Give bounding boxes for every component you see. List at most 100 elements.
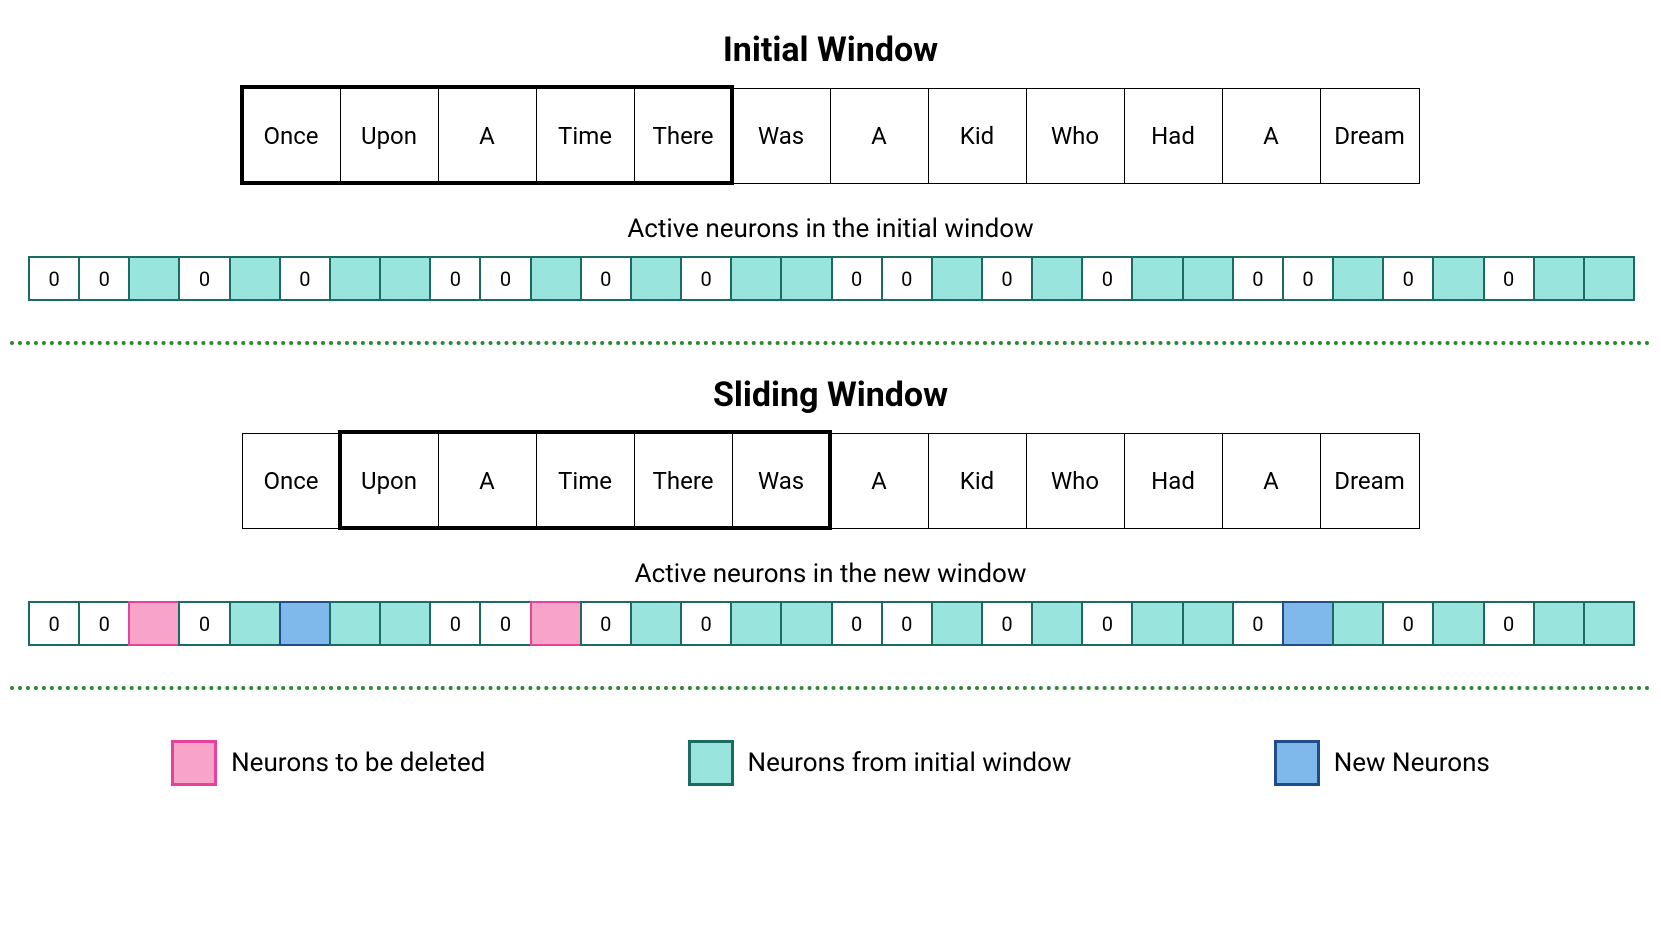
- word-cell: Upon: [341, 89, 439, 183]
- legend-swatch-initial: [688, 740, 734, 786]
- word-cell: Was: [733, 89, 831, 183]
- subtitle-neurons-new: Active neurons in the new window: [10, 559, 1651, 589]
- neuron-cell: 0: [1483, 256, 1535, 301]
- neuron-cell: [931, 256, 983, 301]
- word-cell: Kid: [929, 434, 1027, 528]
- legend-swatch-new: [1274, 740, 1320, 786]
- word-cell: A: [439, 89, 537, 183]
- word-cell: Who: [1027, 89, 1125, 183]
- neuron-cell: [630, 256, 682, 301]
- neuron-cell: 0: [429, 601, 481, 646]
- neuron-cell: [1182, 256, 1234, 301]
- neuron-cell: [1282, 601, 1334, 646]
- neuron-cell: [229, 601, 281, 646]
- word-cell: A: [831, 89, 929, 183]
- legend-swatch-deleted: [171, 740, 217, 786]
- neuron-cell: 0: [429, 256, 481, 301]
- word-row-initial-container: OnceUponATimeThereWasAKidWhoHadADream: [242, 88, 1420, 184]
- word-cell: A: [439, 434, 537, 528]
- word-cell: A: [831, 434, 929, 528]
- neuron-cell: 0: [580, 601, 632, 646]
- neuron-cell: 0: [479, 256, 531, 301]
- word-cell: A: [1223, 89, 1321, 183]
- legend-label-deleted: Neurons to be deleted: [231, 748, 485, 778]
- neuron-cell: [1533, 601, 1585, 646]
- neuron-cell: 0: [1483, 601, 1535, 646]
- neuron-cell: [1182, 601, 1234, 646]
- neuron-cell: [1332, 601, 1384, 646]
- neuron-cell: 0: [580, 256, 632, 301]
- neuron-cell: 0: [279, 256, 331, 301]
- legend-label-new: New Neurons: [1334, 748, 1490, 778]
- neuron-cell: [630, 601, 682, 646]
- neuron-cell: [1432, 256, 1484, 301]
- neuron-cell: [279, 601, 331, 646]
- neuron-cell: [1031, 256, 1083, 301]
- neuron-row-initial: 0000000000000000: [28, 256, 1633, 301]
- divider-2: [10, 686, 1651, 690]
- neuron-cell: [730, 601, 782, 646]
- word-cell: Time: [537, 434, 635, 528]
- neuron-cell: [329, 601, 381, 646]
- neuron-cell: 0: [1232, 601, 1284, 646]
- neuron-cell: 0: [981, 256, 1033, 301]
- word-cell: Once: [243, 89, 341, 183]
- neuron-cell: [1131, 256, 1183, 301]
- word-cell: There: [635, 434, 733, 528]
- neuron-cell: [530, 256, 582, 301]
- neuron-cell: 0: [1382, 256, 1434, 301]
- neuron-cell: [128, 256, 180, 301]
- neuron-cell: 0: [1382, 601, 1434, 646]
- neuron-cell: 0: [1081, 601, 1133, 646]
- word-cell: Once: [243, 434, 341, 528]
- word-cell: Had: [1125, 89, 1223, 183]
- neuron-cell: 0: [78, 256, 130, 301]
- word-cell: Was: [733, 434, 831, 528]
- title-sliding: Sliding Window: [10, 375, 1651, 415]
- word-row-initial: OnceUponATimeThereWasAKidWhoHadADream: [242, 88, 1420, 184]
- neuron-cell: [1031, 601, 1083, 646]
- neuron-cell: [1533, 256, 1585, 301]
- divider-1: [10, 341, 1651, 345]
- neuron-cell: [530, 601, 582, 646]
- neuron-cell: 0: [1232, 256, 1284, 301]
- word-cell: Who: [1027, 434, 1125, 528]
- neuron-cell: 0: [831, 601, 883, 646]
- neuron-cell: 0: [28, 256, 80, 301]
- neuron-cell: [1432, 601, 1484, 646]
- word-cell: Dream: [1321, 434, 1419, 528]
- neuron-cell: 0: [28, 601, 80, 646]
- neuron-cell: 0: [78, 601, 130, 646]
- neuron-cell: [780, 256, 832, 301]
- neuron-cell: [128, 601, 180, 646]
- neuron-cell: 0: [178, 601, 230, 646]
- neuron-cell: [780, 601, 832, 646]
- title-initial: Initial Window: [10, 30, 1651, 70]
- neuron-cell: 0: [1282, 256, 1334, 301]
- legend-item-new: New Neurons: [1274, 740, 1490, 786]
- legend-item-deleted: Neurons to be deleted: [171, 740, 485, 786]
- neuron-cell: 0: [479, 601, 531, 646]
- word-row-sliding-container: OnceUponATimeThereWasAKidWhoHadADream: [242, 433, 1420, 529]
- neuron-cell: [1131, 601, 1183, 646]
- subtitle-neurons-initial: Active neurons in the initial window: [10, 214, 1651, 244]
- legend-item-initial: Neurons from initial window: [688, 740, 1072, 786]
- neuron-cell: [379, 256, 431, 301]
- neuron-cell: [1583, 256, 1635, 301]
- legend-label-initial: Neurons from initial window: [748, 748, 1072, 778]
- word-row-sliding: OnceUponATimeThereWasAKidWhoHadADream: [242, 433, 1420, 529]
- neuron-cell: [931, 601, 983, 646]
- neuron-cell: [379, 601, 431, 646]
- neuron-cell: [1332, 256, 1384, 301]
- neuron-cell: 0: [831, 256, 883, 301]
- neuron-cell: 0: [178, 256, 230, 301]
- word-cell: Dream: [1321, 89, 1419, 183]
- word-cell: Kid: [929, 89, 1027, 183]
- word-cell: There: [635, 89, 733, 183]
- word-cell: Time: [537, 89, 635, 183]
- neuron-cell: 0: [680, 601, 732, 646]
- neuron-cell: 0: [1081, 256, 1133, 301]
- neuron-cell: 0: [680, 256, 732, 301]
- neuron-cell: [1583, 601, 1635, 646]
- word-cell: Upon: [341, 434, 439, 528]
